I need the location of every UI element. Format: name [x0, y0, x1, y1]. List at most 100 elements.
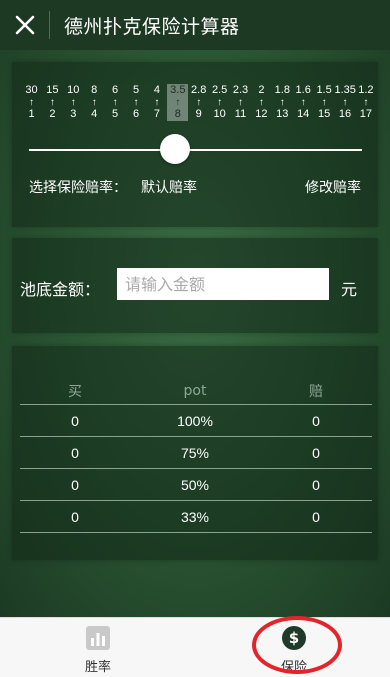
- odds-option-5[interactable]: 6 ↑ 5: [105, 84, 126, 121]
- payout-value: 8: [91, 84, 98, 96]
- payout-value: 2: [258, 84, 265, 96]
- pool-panel: 池底金额： 元: [12, 238, 378, 333]
- up-arrow-icon: ↑: [133, 97, 139, 108]
- odds-panel: 30 ↑ 1 15 ↑ 2 10 ↑ 3 8 ↑ 4 6 ↑ 5 5 ↑ 6 4 ↑ 7 3.5 ↑ 8 2.8 ↑ 9 2.5 ↑ 10…: [12, 62, 378, 227]
- header-pot: pot: [183, 383, 207, 399]
- up-arrow-icon: ↑: [175, 97, 181, 108]
- odds-scale: 30 ↑ 1 15 ↑ 2 10 ↑ 3 8 ↑ 4 6 ↑ 5 5 ↑ 6 4 ↑ 7 3.5 ↑ 8 2.8 ↑ 9 2.5 ↑ 10…: [21, 84, 374, 144]
- odds-option-17[interactable]: 1.2 ↑ 17: [355, 84, 376, 121]
- up-arrow-icon: ↑: [49, 97, 55, 108]
- odds-option-15[interactable]: 1.5 ↑ 15: [314, 84, 335, 121]
- odds-option-13[interactable]: 1.8 ↑ 13: [272, 84, 293, 121]
- outs-value: 9: [195, 108, 202, 120]
- odds-option-11[interactable]: 2.3 ↑ 11: [230, 84, 251, 121]
- up-arrow-icon: ↑: [342, 97, 348, 108]
- odds-option-3[interactable]: 10 ↑ 3: [63, 84, 84, 121]
- app-header: 德州扑克保险计算器: [0, 0, 390, 51]
- payout-value: 3.5: [170, 84, 186, 96]
- odds-option-12[interactable]: 2 ↑ 12: [251, 84, 272, 121]
- up-arrow-icon: ↑: [363, 97, 369, 108]
- odds-option-6[interactable]: 5 ↑ 6: [126, 84, 147, 121]
- default-rate-option[interactable]: 默认赔率: [141, 177, 197, 197]
- outs-value: 12: [255, 108, 268, 120]
- pot-value: 75%: [180, 444, 210, 461]
- odds-option-1[interactable]: 30 ↑ 1: [21, 84, 42, 121]
- insurance-table-panel: 买 pot 赔 0 100% 0 0 75% 0 0 50% 0 0 33% 0: [12, 346, 378, 560]
- up-arrow-icon: ↑: [154, 97, 160, 108]
- table-row: 0 75% 0: [20, 437, 372, 469]
- outs-value: 1: [28, 108, 35, 120]
- outs-value: 4: [91, 108, 98, 120]
- payout-value: 1.6: [295, 84, 311, 96]
- outs-value: 17: [359, 108, 373, 120]
- buy-value: 0: [71, 508, 79, 525]
- odds-option-4[interactable]: 8 ↑ 4: [84, 84, 105, 121]
- odds-option-16[interactable]: 1.35 ↑ 16: [335, 84, 356, 121]
- odds-option-10[interactable]: 2.5 ↑ 10: [209, 84, 230, 121]
- odds-option-2[interactable]: 15 ↑ 2: [42, 84, 63, 121]
- up-arrow-icon: ↑: [258, 97, 264, 108]
- payout-value: 1.5: [316, 84, 332, 96]
- table-header: 买 pot 赔: [20, 378, 372, 405]
- slider-handle[interactable]: [160, 134, 190, 164]
- bar-chart-icon: [86, 626, 110, 650]
- tab-win-rate[interactable]: 胜率: [38, 618, 158, 677]
- payout-value: 1.35: [334, 84, 356, 96]
- table-row: 0 50% 0: [20, 469, 372, 501]
- up-arrow-icon: ↑: [70, 97, 76, 108]
- payout-value: 1.2: [358, 84, 374, 96]
- payout-value: 1.8: [274, 84, 290, 96]
- outs-value: 10: [213, 108, 226, 120]
- page-title: 德州扑克保险计算器: [64, 15, 240, 38]
- pool-unit: 元: [341, 280, 358, 299]
- slider-track[interactable]: [29, 149, 362, 151]
- payout-value: 0: [312, 444, 320, 461]
- payout-value: 2.3: [232, 84, 249, 96]
- outs-value: 16: [338, 108, 352, 120]
- outs-value: 13: [276, 108, 289, 120]
- outs-value: 15: [317, 108, 331, 120]
- outs-value: 14: [297, 108, 310, 120]
- up-arrow-icon: ↑: [29, 97, 34, 108]
- buy-value: 0: [71, 476, 79, 493]
- outs-value: 7: [153, 108, 160, 120]
- table-row: 0 33% 0: [20, 501, 372, 533]
- odds-option-9[interactable]: 2.8 ↑ 9: [188, 84, 209, 121]
- rate-label: 选择保险赔率：: [29, 180, 127, 196]
- pot-value: 33%: [180, 508, 210, 525]
- up-arrow-icon: ↑: [112, 97, 118, 108]
- buy-value: 0: [71, 444, 79, 461]
- payout-value: 10: [67, 84, 80, 96]
- highlight-circle: [252, 616, 342, 674]
- up-arrow-icon: ↑: [91, 97, 97, 108]
- pool-amount-input[interactable]: [117, 268, 329, 300]
- payout-value: 2.5: [211, 84, 228, 96]
- payout-value: 5: [132, 84, 140, 96]
- up-arrow-icon: ↑: [217, 97, 223, 108]
- main-area: 30 ↑ 1 15 ↑ 2 10 ↑ 3 8 ↑ 4 6 ↑ 5 5 ↑ 6 4 ↑ 7 3.5 ↑ 8 2.8 ↑ 9 2.5 ↑ 10…: [0, 50, 390, 617]
- edit-rate-button[interactable]: 修改赔率: [305, 177, 361, 197]
- payout-value: 30: [25, 84, 38, 96]
- close-icon: [15, 15, 34, 35]
- outs-value: 8: [174, 108, 181, 120]
- up-arrow-icon: ↑: [279, 97, 285, 108]
- odds-option-8[interactable]: 3.5 ↑ 8: [167, 84, 189, 121]
- pot-value: 100%: [177, 412, 213, 429]
- table-row: 0 100% 0: [20, 405, 372, 437]
- pool-label: 池底金额：: [20, 280, 101, 299]
- payout-value: 15: [46, 84, 59, 96]
- payout-value: 4: [153, 84, 160, 96]
- up-arrow-icon: ↑: [238, 97, 243, 108]
- odds-option-14[interactable]: 1.6 ↑ 14: [293, 84, 314, 121]
- outs-value: 3: [70, 108, 77, 120]
- close-button[interactable]: [0, 11, 50, 39]
- payout-value: 6: [112, 84, 119, 96]
- up-arrow-icon: ↑: [300, 97, 306, 108]
- outs-value: 5: [112, 108, 119, 120]
- up-arrow-icon: ↑: [321, 97, 327, 108]
- header-payout: 赔: [309, 384, 323, 400]
- up-arrow-icon: ↑: [196, 97, 202, 108]
- payout-value: 0: [312, 508, 320, 525]
- odds-option-7[interactable]: 4 ↑ 7: [146, 84, 167, 121]
- pot-value: 50%: [180, 476, 210, 493]
